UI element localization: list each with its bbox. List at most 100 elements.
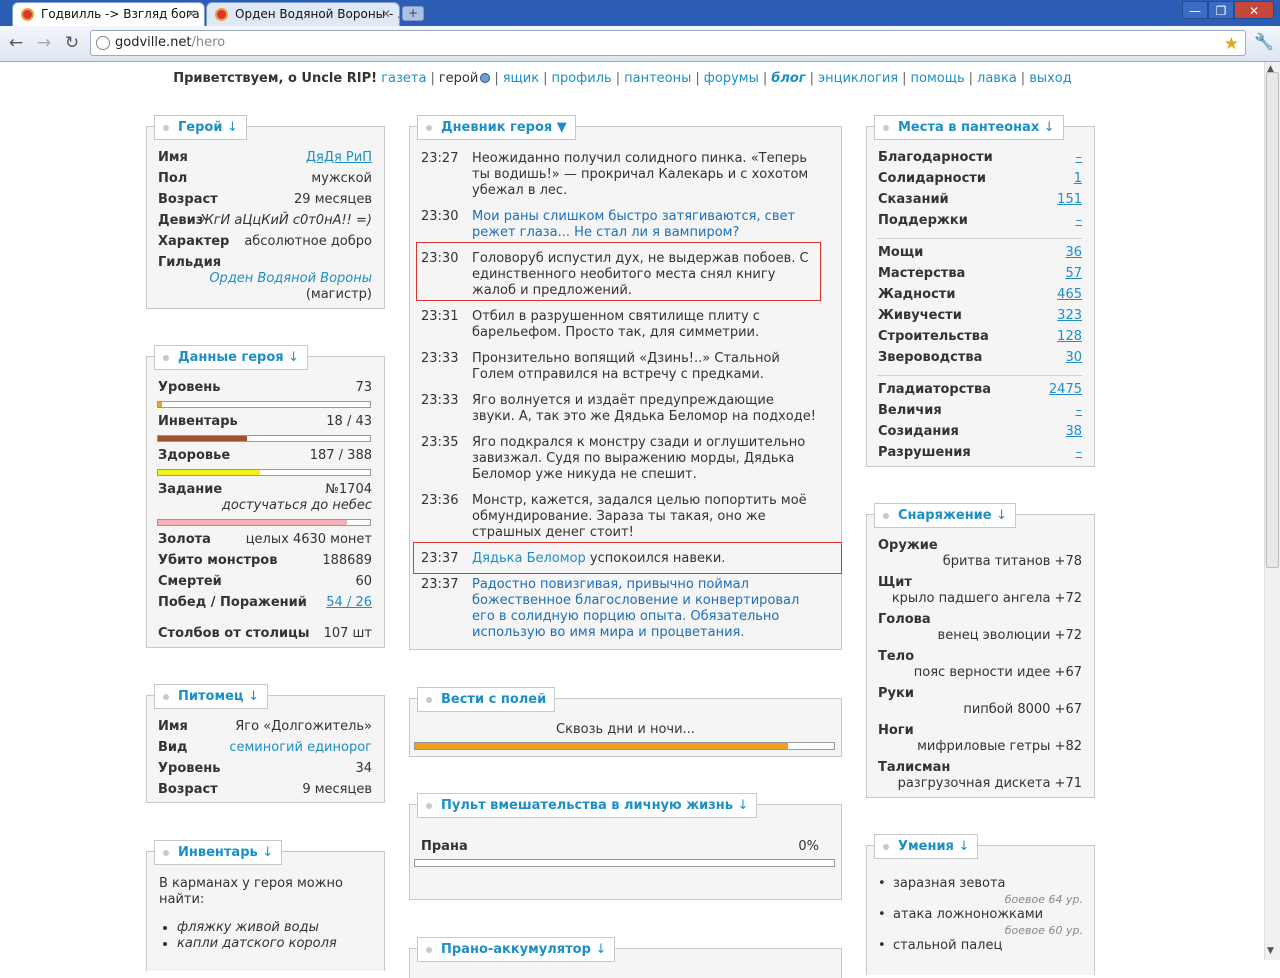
wrench-icon[interactable]: 🔧	[1254, 32, 1274, 51]
nav-pantheons[interactable]: пантеоны	[624, 71, 691, 86]
equipment-block-title[interactable]: Снаряжение ↓	[874, 503, 1017, 528]
close-tab-icon[interactable]: ✕	[381, 3, 391, 25]
hero-block-title[interactable]: Герой ↓	[154, 115, 247, 140]
nav-profile[interactable]: профиль	[551, 71, 611, 86]
pantheons-block-title[interactable]: Места в пантеонах ↓	[874, 115, 1064, 140]
pantheon-rank-link[interactable]: –	[1076, 211, 1083, 231]
equipment-block: Снаряжение ↓ Оружие бритва титанов +78 Щит…	[866, 503, 1095, 798]
pet-block-title[interactable]: Питомец ↓	[154, 684, 268, 709]
pantheon-rank-link[interactable]: 57	[1065, 264, 1082, 284]
forward-arrow-icon[interactable]: →	[33, 32, 55, 54]
close-tab-icon[interactable]: ✕	[186, 3, 196, 25]
stats-block: Данные героя ↓ Уровень 73 Инвентарь 18 / 4…	[146, 345, 385, 648]
pantheon-label: Величия	[878, 403, 942, 418]
diary-block-title[interactable]: Дневник героя ▼	[417, 115, 576, 140]
stats-block-title[interactable]: Данные героя ↓	[154, 345, 309, 370]
pantheon-rank-link[interactable]: –	[1076, 443, 1083, 463]
tab-guild[interactable]: Орден Водяной Вороны - ... ✕	[206, 2, 400, 26]
nav-forums[interactable]: форумы	[704, 71, 759, 86]
diary-entry: 23:33 Пронзительно вопящий «Дзинь!..» Ста…	[421, 351, 780, 382]
nav-newspaper[interactable]: газета	[381, 71, 426, 86]
level-progress-bar	[157, 401, 371, 408]
pantheon-rank-link[interactable]: 2475	[1049, 380, 1082, 400]
equipment-item: венец эволюции +72	[937, 628, 1082, 643]
nav-shop[interactable]: лавка	[977, 71, 1017, 86]
pantheon-label: Сказаний	[878, 192, 949, 207]
pantheon-row: Мощи 36	[878, 243, 1082, 263]
tab-hero[interactable]: Годвилль -> Взгляд бога ✕	[12, 2, 205, 26]
news-block-title[interactable]: Вести с полей	[417, 687, 556, 712]
equipment-slot: Оружие	[878, 538, 938, 553]
prana-row: Прана 0%	[421, 839, 819, 854]
new-tab-button[interactable]: +	[402, 6, 424, 21]
reload-icon[interactable]: ↻	[61, 32, 83, 54]
vertical-scrollbar[interactable]: ▲ ▼	[1264, 62, 1280, 960]
godville-favicon-icon	[21, 8, 34, 21]
pet-age-row: Возраст 9 месяцев	[158, 782, 372, 797]
bookmark-star-icon[interactable]: ★	[1224, 32, 1239, 56]
diary-entry: 23:30 Мои раны слишком быстро затягиваютс…	[421, 209, 796, 240]
address-bar[interactable]: godville.net/hero ★	[90, 30, 1246, 56]
nav-help[interactable]: помощь	[911, 71, 965, 86]
tab-title: Годвилль -> Взгляд бога	[41, 7, 200, 21]
wins-row: Побед / Поражений 54 / 26	[158, 593, 372, 613]
pantheon-rank-link[interactable]: 36	[1065, 243, 1082, 263]
wins-link[interactable]: 54 / 26	[326, 593, 372, 613]
hero-block: Герой ↓ Имя ДяДя РиП Пол мужской Возраст 29…	[146, 115, 385, 309]
pantheon-rank-link[interactable]: 38	[1065, 422, 1082, 442]
equipment-slot: Руки	[878, 686, 914, 701]
nav-blog[interactable]: блог	[771, 71, 805, 86]
pantheon-rank-link[interactable]: 323	[1057, 306, 1082, 326]
pet-type-link[interactable]: семиногий единорог	[229, 738, 372, 758]
pet-name-row: Имя Яго «Долгожитель»	[158, 719, 372, 734]
accumulator-block-title[interactable]: Прано-аккумулятор ↓	[417, 937, 616, 962]
pantheon-rank-link[interactable]: 30	[1065, 348, 1082, 368]
pantheon-row: Гладиаторства 2475	[878, 380, 1082, 400]
pantheon-label: Благодарности	[878, 150, 993, 165]
hero-guild-rank: (магистр)	[305, 287, 372, 302]
deaths-row: Смертей 60	[158, 574, 372, 589]
diary-entry: 23:27 Неожиданно получил солидного пинка.…	[421, 151, 809, 198]
skills-block-title[interactable]: Умения ↓	[874, 834, 979, 859]
remote-block-title[interactable]: Пульт вмешательства в личную жизнь ↓	[417, 793, 758, 818]
pantheon-label: Мощи	[878, 245, 924, 260]
health-progress-bar	[157, 469, 371, 476]
pantheon-label: Строительства	[878, 329, 989, 344]
pantheon-rank-link[interactable]: 151	[1057, 190, 1082, 210]
pet-block: Питомец ↓ Имя Яго «Долгожитель» Вид семино…	[146, 684, 385, 803]
pantheon-row: Живучести 323	[878, 306, 1082, 326]
minimize-button[interactable]: —	[1182, 1, 1208, 19]
diary-block: Дневник героя ▼ 23:27 Неожиданно получил …	[409, 115, 842, 650]
accumulator-block: Прано-аккумулятор ↓	[409, 937, 842, 978]
pantheon-rank-link[interactable]: –	[1076, 401, 1083, 421]
inventory-progress-bar	[157, 435, 371, 442]
nav-mailbox[interactable]: ящик	[503, 71, 539, 86]
monster-link[interactable]: Дядька Беломор	[472, 551, 586, 566]
hero-age-row: Возраст 29 месяцев	[158, 192, 372, 207]
pantheon-rank-link[interactable]: 1	[1074, 169, 1082, 189]
maximize-button[interactable]: ❐	[1208, 1, 1234, 19]
pantheon-rank-link[interactable]: 465	[1057, 285, 1082, 305]
divider	[877, 375, 1082, 376]
nav-encyclopedia[interactable]: энциклогия	[818, 71, 898, 86]
close-window-button[interactable]: ✕	[1234, 1, 1274, 19]
scrollbar-thumb[interactable]	[1266, 72, 1279, 568]
scroll-down-icon[interactable]: ▼	[1267, 946, 1274, 956]
diary-entry: 23:37 Радостно повизгивая, привычно пойма…	[421, 577, 800, 640]
pantheon-rank-link[interactable]: 128	[1057, 327, 1082, 347]
inventory-block: Инвентарь ↓ В карманах у героя можно най…	[146, 840, 385, 971]
pantheon-label: Мастерства	[878, 266, 966, 281]
list-item: капли датского короля	[177, 936, 337, 952]
pantheon-rank-link[interactable]: –	[1076, 148, 1083, 168]
diary-entry: 23:33 Яго волнуется и издаёт предупреждаю…	[421, 393, 816, 424]
site-nav: Приветствуем, о Uncle RIP! газета | герой |…	[173, 71, 1072, 86]
divider	[877, 238, 1082, 239]
hero-name-link[interactable]: ДяДя РиП	[306, 148, 372, 168]
orb-icon	[480, 73, 491, 83]
list-item: фляжку живой воды	[177, 920, 337, 936]
nav-logout[interactable]: выход	[1029, 71, 1072, 86]
diary-entry: 23:36 Монстр, кажется, задался целью попо…	[421, 493, 807, 540]
inventory-block-title[interactable]: Инвентарь ↓	[154, 840, 283, 865]
skills-block: Умения ↓ заразная зевотабоевое 64 ур. ат…	[866, 834, 1095, 975]
back-arrow-icon[interactable]: ←	[5, 32, 27, 54]
